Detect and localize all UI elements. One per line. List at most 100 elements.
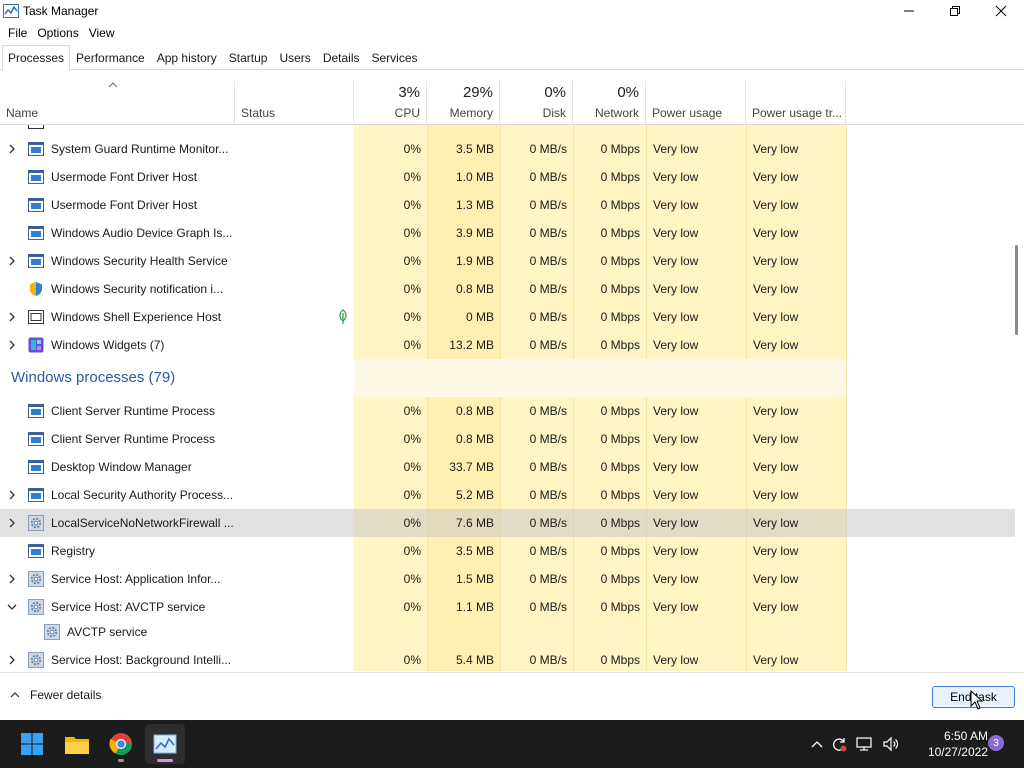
memory-value: 13.2 MB [449,338,494,352]
disk-value: 0 MB/s [529,572,567,586]
service-window-icon [28,253,44,269]
taskbar-file-explorer[interactable] [57,724,97,764]
tab-details[interactable]: Details [317,45,366,69]
process-row[interactable]: Service Host: Background Intelli... 0% 5.4… [0,646,1015,671]
chevron-right-icon[interactable] [7,490,17,500]
process-row[interactable]: LocalServiceNoNetworkFirewall ... 0% 7.6 M… [0,509,1015,537]
scrollbar-thumb[interactable] [1015,245,1018,335]
taskbar-task-manager[interactable] [145,724,185,764]
network-value: 0 Mbps [600,460,640,474]
column-header-network[interactable]: 0% Network [573,81,646,125]
column-header-power-usage-trend[interactable]: Power usage tr... [746,81,846,125]
memory-value: 7.6 MB [455,516,494,530]
vertical-scrollbar[interactable] [1014,125,1020,671]
process-row[interactable]: System Guard Runtime Monitor... 0% 3.5 MB 0… [0,135,1015,163]
process-name: Registry [51,544,96,558]
process-row[interactable]: Client Server Runtime Process 0% 0.8 MB 0 M… [0,425,1015,453]
column-header-status[interactable]: Status [235,81,354,125]
minimize-icon [904,10,914,12]
process-row[interactable]: Windows Widgets (7) 0% 13.2 MB 0 MB/s 0 Mbps… [0,331,1015,359]
process-row[interactable]: Registry 0% 3.5 MB 0 MB/s 0 Mbps Very low Very… [0,537,1015,565]
chevron-right-icon[interactable] [7,340,17,350]
process-row[interactable]: Windows Shell Experience Host 0% 0 MB 0 MB/… [0,303,1015,331]
process-name: Service Host: Application Infor... [51,572,221,586]
process-row[interactable]: Windows Security notification i... 0% 0.8 … [0,275,1015,303]
process-row[interactable]: Service Host: AVCTP service 0% 1.1 MB 0 MB/… [0,593,1015,621]
tab-app-history[interactable]: App history [151,45,223,69]
show-hidden-icons-button[interactable] [808,720,826,768]
notification-badge[interactable]: 3 [988,735,1004,751]
minimize-button[interactable] [886,0,932,22]
menu-view[interactable]: View [84,26,120,40]
restore-button[interactable] [932,0,978,22]
chevron-right-icon[interactable] [7,655,17,665]
chevron-right-icon[interactable] [7,256,17,266]
process-name: AVCTP service [67,625,148,639]
cpu-value: 0% [403,460,421,474]
close-button[interactable] [978,0,1024,22]
process-row[interactable]: Desktop Window Manager 0% 33.7 MB 0 MB/s 0 M… [0,453,1015,481]
process-row[interactable]: Usermode Font Driver Host 0% 1.0 MB 0 MB/s 0… [0,163,1015,191]
tab-performance[interactable]: Performance [70,45,151,69]
power-usage-value: Very low [653,460,699,474]
process-row[interactable]: Usermode Font Driver Host 0% 1.3 MB 0 MB/s 0… [0,191,1015,219]
column-header-power-usage[interactable]: Power usage [646,81,746,125]
fewer-details-button[interactable]: Fewer details [10,688,101,702]
menu-options[interactable]: Options [32,26,83,40]
menu-bar: File Options View [0,22,120,44]
process-row[interactable]: Windows Audio Device Graph Is... 0% 3.9 MB… [0,219,1015,247]
memory-value: 0.8 MB [455,282,494,296]
menu-file[interactable]: File [3,26,32,40]
volume-tray-button[interactable] [878,720,904,768]
network-value: 0 Mbps [600,488,640,502]
network-tray-button[interactable] [852,720,878,768]
memory-value: 1.0 MB [455,170,494,184]
chevron-right-icon[interactable] [7,518,17,528]
process-row[interactable]: Service Host: Application Infor... 0% 1.5 … [0,565,1015,593]
chevron-right-icon[interactable] [7,312,17,322]
power-trend-value: Very low [753,142,799,156]
column-header-disk[interactable]: 0% Disk [500,81,573,125]
process-name: Service Host: Background Intelli... [51,653,232,667]
task-manager-icon [3,4,19,18]
process-row[interactable]: Local Security Authority Process... 0% 5.2… [0,481,1015,509]
process-name: Windows Security notification i... [51,282,224,296]
memory-value: 1.1 MB [455,600,494,614]
column-header-name[interactable]: Name [0,81,235,125]
tab-services[interactable]: Services [366,45,424,69]
fewer-details-label: Fewer details [30,688,102,702]
chrome-running-indicator [118,759,124,762]
process-row[interactable]: Client Server Runtime Process 0% 0.8 MB 0 M… [0,397,1015,425]
process-row[interactable]: Windows Security Health Service 0% 1.9 MB 0… [0,247,1015,275]
tab-processes[interactable]: Processes [2,45,71,70]
start-button[interactable] [12,724,52,764]
column-header-memory[interactable]: 29% Memory [427,81,500,125]
power-usage-value: Very low [653,516,699,530]
network-icon [856,737,872,751]
group-header-windows-processes[interactable]: Windows processes (79) [0,359,1015,397]
process-name: Service Host: AVCTP service [51,600,206,614]
power-trend-value: Very low [753,310,799,324]
disk-value: 0 MB/s [529,544,567,558]
service-window-icon [28,431,44,447]
chevron-right-icon[interactable] [7,574,17,584]
child-process-row[interactable]: AVCTP service [0,618,1015,646]
cpu-value: 0% [403,432,421,446]
disk-value: 0 MB/s [529,516,567,530]
power-usage-value: Very low [653,544,699,558]
chevron-right-icon[interactable] [7,144,17,154]
column-header-cpu[interactable]: 3% CPU [354,81,427,125]
network-total: 0% [617,84,639,101]
chevron-down-icon[interactable] [7,602,17,612]
power-trend-value: Very low [753,226,799,240]
tab-users[interactable]: Users [273,45,316,69]
taskbar-chrome[interactable] [101,724,141,764]
taskbar-clock[interactable]: 6:50 AM 10/27/2022 [920,728,988,760]
tab-startup[interactable]: Startup [223,45,274,69]
task-manager-icon [153,734,177,754]
power-usage-value: Very low [653,488,699,502]
memory-value: 0 MB [465,310,494,324]
cpu-value: 0% [403,544,421,558]
sync-tray-button[interactable] [826,720,852,768]
chevron-up-icon [811,741,823,748]
